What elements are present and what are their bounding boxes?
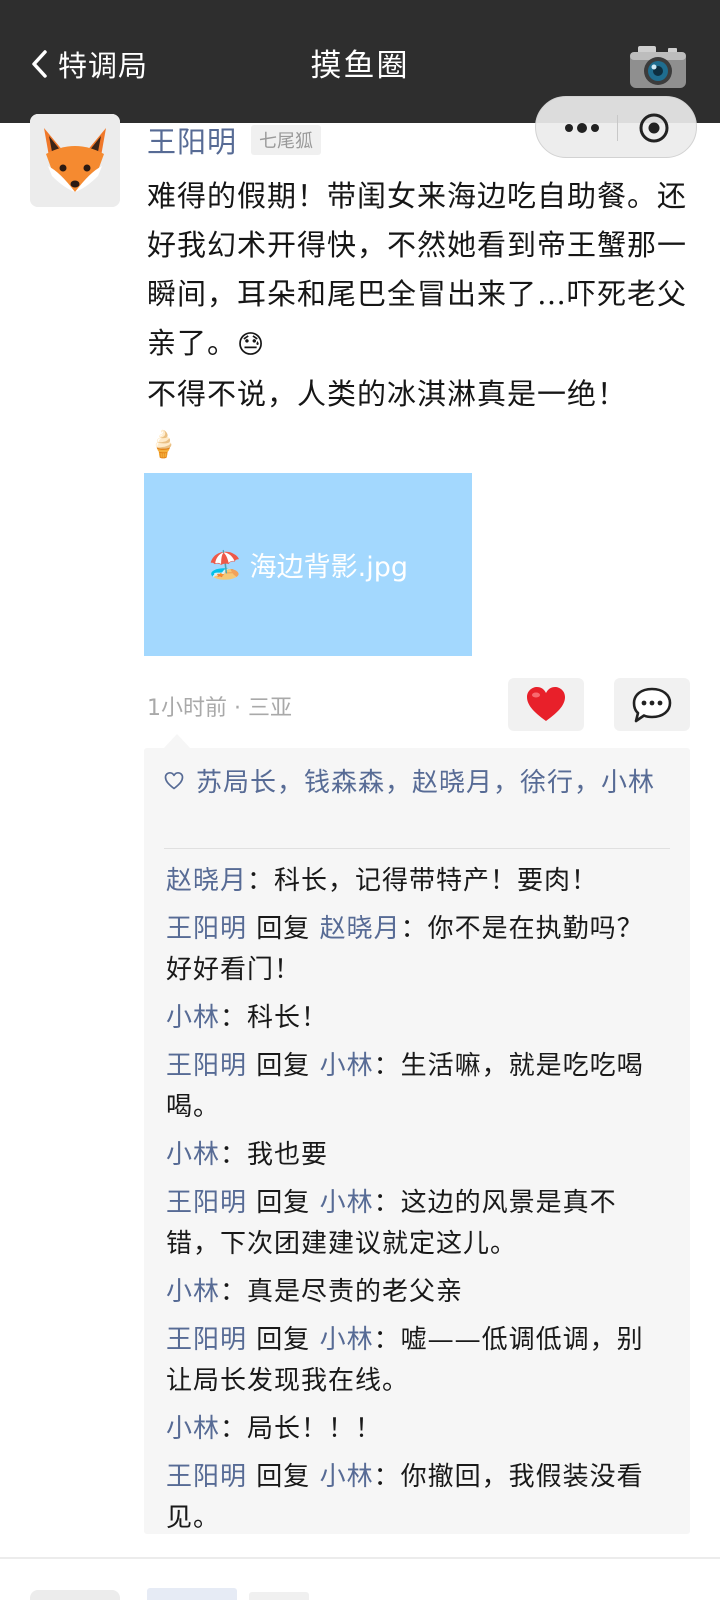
heart-outline-icon	[164, 771, 184, 790]
reply-target[interactable]: 小林	[320, 1462, 374, 1492]
page-title: 摸鱼圈	[310, 48, 410, 84]
comment-item[interactable]: 王阳明 回复 小林：生活嘛，就是吃吃喝喝。	[166, 1046, 666, 1128]
author-name[interactable]: 王阳明	[147, 119, 237, 161]
post-line: 不得不说，人类的冰淇淋真是一绝！	[147, 377, 628, 411]
reply-target[interactable]: 小林	[320, 1188, 374, 1218]
more-options-icon[interactable]	[554, 111, 610, 145]
comment-item[interactable]: 小林：科长！	[166, 998, 666, 1039]
reply-target[interactable]: 小林	[320, 1051, 374, 1081]
reply-word: 回复	[256, 914, 311, 944]
sweat-emoji: 😓	[237, 330, 266, 360]
avatar[interactable]	[30, 114, 120, 207]
comment-text: 局长！！！	[247, 1414, 383, 1444]
comment-author[interactable]: 王阳明	[166, 1188, 247, 1218]
camera-icon[interactable]	[628, 42, 688, 90]
comment-author[interactable]: 小林	[166, 1277, 220, 1307]
comment-item[interactable]: 赵晓月：科长，记得带特产！要肉！	[166, 861, 666, 902]
moments-page: 特调局 摸鱼圈 王阳明 七尾狐 难得的假期！带闺女来海边吃自助餐。还好我幻术开得…	[0, 0, 720, 1600]
comment-author[interactable]: 王阳明	[166, 1051, 247, 1081]
comment-item[interactable]: 王阳明 回复 小林：你撤回，我假装没看见。	[166, 1457, 666, 1539]
capsule-divider	[617, 115, 618, 141]
comment-item[interactable]: 小林：局长！！！	[166, 1409, 666, 1450]
comment-text: 科长，记得带特产！要肉！	[274, 866, 599, 896]
meta-separator: ·	[227, 696, 248, 721]
reply-word: 回复	[256, 1325, 311, 1355]
close-program-icon[interactable]	[634, 111, 674, 145]
comment-item[interactable]: 王阳明 回复 小林：嘘——低调低调，别让局长发现我在线。	[166, 1320, 666, 1402]
post-line: 🍦	[147, 419, 692, 470]
post-text: 难得的假期！带闺女来海边吃自助餐。还好我幻术开得快，不然她看到帝王蟹那一瞬间，耳…	[147, 172, 692, 470]
liker-names[interactable]: 苏局长，钱森森，赵晓月，徐行，小林	[164, 760, 676, 806]
post-meta: 1小时前 · 三亚	[147, 690, 292, 722]
image-caption: 🏖️ 海边背影.jpg	[208, 545, 408, 584]
next-post-author[interactable]	[147, 1588, 237, 1600]
reply-target[interactable]: 赵晓月	[320, 914, 401, 944]
comment-author[interactable]: 小林	[166, 1414, 220, 1444]
comment-text: 科长！	[247, 1003, 329, 1033]
comment-author[interactable]: 小林	[166, 1140, 220, 1170]
comment-author[interactable]: 小林	[166, 1003, 220, 1033]
heart-icon	[527, 686, 565, 721]
beach-umbrella-icon: 🏖️	[208, 549, 242, 581]
likes-list: 苏局长，钱森森，赵晓月，徐行，小林	[164, 760, 676, 806]
post-location[interactable]: 三亚	[248, 696, 292, 721]
post-image[interactable]: 🏖️ 海边背影.jpg	[144, 473, 472, 656]
reply-word: 回复	[256, 1462, 311, 1492]
post-divider	[0, 1557, 720, 1559]
author-row: 王阳明 七尾狐	[147, 119, 322, 161]
comment-item[interactable]: 王阳明 回复 赵晓月：你不是在执勤吗？好好看门！	[166, 909, 666, 991]
reply-target[interactable]: 小林	[320, 1325, 374, 1355]
next-post-avatar[interactable]	[30, 1590, 120, 1600]
author-badge: 七尾狐	[251, 125, 322, 155]
post-time: 1小时前	[147, 696, 227, 721]
comment-text: 我也要	[247, 1140, 329, 1170]
comment-author[interactable]: 王阳明	[166, 914, 247, 944]
comment-button[interactable]	[614, 678, 690, 731]
comment-text: 真是尽责的老父亲	[247, 1277, 464, 1307]
comment-item[interactable]: 小林：我也要	[166, 1135, 666, 1176]
comment-list: 赵晓月：科长，记得带特产！要肉！ 王阳明 回复 赵晓月：你不是在执勤吗？好好看门…	[166, 861, 666, 1546]
image-filename: 海边背影.jpg	[249, 552, 408, 583]
interaction-panel: 苏局长，钱森森，赵晓月，徐行，小林 赵晓月：科长，记得带特产！要肉！ 王阳明 回…	[144, 734, 690, 1534]
next-post-badge	[249, 1592, 309, 1600]
post-line: 难得的假期！带闺女来海边吃自助餐。还好我幻术开得快，不然她看到帝王蟹那一瞬间，耳…	[147, 179, 688, 360]
reply-word: 回复	[256, 1051, 311, 1081]
divider	[164, 848, 670, 849]
reply-word: 回复	[256, 1188, 311, 1218]
ice-cream-emoji: 🍦	[147, 430, 181, 460]
mini-program-capsule	[535, 96, 697, 158]
comment-item[interactable]: 王阳明 回复 小林：这边的风景是真不错，下次团建建议就定这儿。	[166, 1183, 666, 1265]
comment-item[interactable]: 小林：真是尽责的老父亲	[166, 1272, 666, 1313]
panel-notch	[164, 734, 190, 748]
comment-author[interactable]: 王阳明	[166, 1462, 247, 1492]
comment-author[interactable]: 赵晓月	[166, 866, 247, 896]
speech-bubble-icon	[632, 687, 672, 722]
comment-author[interactable]: 王阳明	[166, 1325, 247, 1355]
like-button[interactable]	[508, 678, 584, 731]
